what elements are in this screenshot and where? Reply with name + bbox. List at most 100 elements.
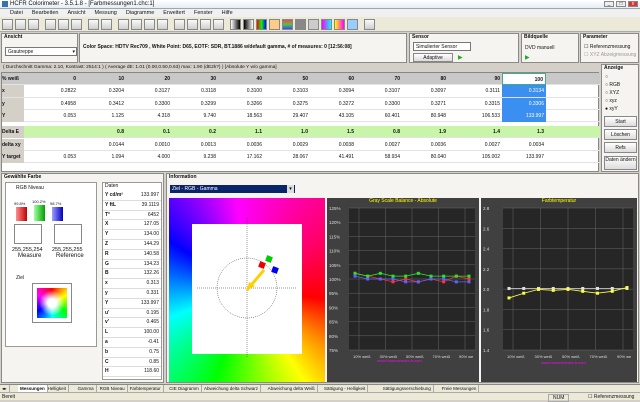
grid-cell[interactable]: 0.0144 (78, 139, 126, 151)
grid-cell[interactable]: 0.4958 (24, 98, 78, 110)
grid-cell[interactable]: 58.934 (356, 151, 402, 163)
grid-header-cell[interactable]: 40 (218, 73, 264, 85)
grid-header-cell[interactable]: % weiß (2, 73, 24, 85)
near-black-icon[interactable] (200, 19, 211, 30)
grid-cell[interactable]: 0.3412 (78, 98, 126, 110)
grid-cell[interactable]: 0.8 (78, 126, 126, 138)
grid-cell[interactable]: 29.407 (264, 110, 310, 122)
delta-white-icon[interactable] (308, 19, 319, 30)
grid-cell[interactable] (24, 139, 78, 151)
grid-cell[interactable]: 0.0027 (448, 139, 502, 151)
daten-aendern-button[interactable]: Daten ändern (604, 156, 637, 170)
help-icon[interactable] (101, 19, 112, 30)
info-dropdown-chevron-icon[interactable]: ▾ (287, 185, 294, 193)
grid-cell[interactable]: 0.3300 (356, 98, 402, 110)
grid-cell[interactable]: 0.3134 (502, 85, 546, 98)
grid-cell[interactable]: 43.105 (310, 110, 356, 122)
info-dropdown[interactable]: Ziel - RGB - Gamma ▾ (170, 185, 295, 193)
grid-cell[interactable]: 17.162 (218, 151, 264, 163)
grid-cell[interactable]: 133.997 (502, 151, 546, 163)
menu-erweitert[interactable]: Erweitert (163, 9, 185, 17)
grid-cell[interactable]: 0.3118 (172, 85, 218, 97)
grid-cell[interactable]: 0.2822 (24, 85, 78, 97)
referenzmessung-checkbox[interactable]: ☐ Referenzmessung (584, 44, 630, 50)
xyz-checkbox[interactable]: ☐ XYZ Abzeigmessung (584, 52, 636, 58)
delta-e-icon[interactable] (295, 19, 306, 30)
grid-header-cell[interactable]: 50 (264, 73, 310, 85)
grid-header-cell[interactable]: 70 (356, 73, 402, 85)
minimize-button[interactable]: _ (604, 1, 614, 7)
print-icon[interactable] (88, 19, 99, 30)
radio-blank[interactable]: ○ (605, 74, 608, 80)
ansicht-select[interactable]: Grautreppe ▾ (5, 47, 77, 56)
grid-cell[interactable]: 41.491 (310, 151, 356, 163)
cie-icon[interactable] (282, 19, 293, 30)
grid-header-cell[interactable]: 100 (502, 73, 546, 85)
grid-cell[interactable]: 9.740 (172, 110, 218, 122)
grid-cell[interactable]: 80.948 (402, 110, 448, 122)
close-button[interactable]: x (628, 1, 638, 7)
grid-cell[interactable]: 1.1 (218, 126, 264, 138)
grid-cell[interactable]: 0.0010 (126, 139, 172, 151)
open-icon[interactable] (15, 19, 26, 30)
grid-header-cell[interactable]: 60 (310, 73, 356, 85)
grid-cell[interactable]: 0.0034 (502, 139, 546, 151)
grid-cell[interactable]: 0.0038 (310, 139, 356, 151)
near-white-icon[interactable] (213, 19, 224, 30)
grid-header-cell[interactable]: 90 (448, 73, 502, 85)
grid-cell[interactable]: 0.3299 (172, 98, 218, 110)
luminance-icon[interactable] (230, 19, 241, 30)
copy-icon[interactable] (58, 19, 69, 30)
grid-cell[interactable]: 0.2 (172, 126, 218, 138)
rgb-levels-icon[interactable] (256, 19, 267, 30)
radio-xyy[interactable]: ● xyY (605, 106, 618, 112)
grid-header-cell[interactable]: 10 (78, 73, 126, 85)
grid-cell[interactable]: 0.0029 (264, 139, 310, 151)
status-reference-checkbox[interactable]: ☐ Referenzmessung (588, 394, 634, 400)
radio-xyz[interactable]: ○ XYZ (605, 90, 619, 96)
grid-cell[interactable] (24, 126, 78, 138)
grid-cell[interactable]: 1.4 (448, 126, 502, 138)
grid-cell[interactable]: 0.3107 (356, 85, 402, 97)
maximize-button[interactable]: □ (616, 1, 626, 7)
grid-cell[interactable]: 28.067 (264, 151, 310, 163)
save-icon[interactable] (28, 19, 39, 30)
grid-cell[interactable]: 1.125 (78, 110, 126, 122)
grid-cell[interactable]: 0.3100 (218, 85, 264, 97)
grid-cell[interactable]: 133.997 (502, 109, 546, 122)
grid-cell[interactable]: 1.5 (310, 126, 356, 138)
grid-cell[interactable]: 1.094 (78, 151, 126, 163)
grid-cell[interactable]: 0.3097 (402, 85, 448, 97)
paste-icon[interactable] (71, 19, 82, 30)
menu-fenster[interactable]: Fenster (194, 9, 213, 17)
color-temp-icon[interactable] (269, 19, 280, 30)
grid-cell[interactable]: 0.3275 (264, 98, 310, 110)
grid-cell[interactable]: 0.3103 (264, 85, 310, 97)
primaries-icon[interactable] (144, 19, 155, 30)
grid-header-cell[interactable]: 20 (126, 73, 172, 85)
sat-shift-icon[interactable] (334, 19, 345, 30)
grid-cell[interactable]: 0.3266 (218, 98, 264, 110)
menu-diagramme[interactable]: Diagramme (126, 9, 154, 17)
grid-cell[interactable]: 0.3204 (78, 85, 126, 97)
saturation-icon[interactable] (187, 19, 198, 30)
radio-xyz-small[interactable]: ○ xyz (605, 98, 617, 104)
new-icon[interactable] (2, 19, 13, 30)
menu-hilfe[interactable]: Hilfe (222, 9, 233, 17)
grid-cell[interactable]: 105.002 (448, 151, 502, 163)
grid-cell[interactable]: 0.3300 (126, 98, 172, 110)
grid-cell[interactable]: 0.3315 (448, 98, 502, 110)
grid-cell[interactable]: 4.000 (126, 151, 172, 163)
grid-cell[interactable]: 0.3094 (310, 85, 356, 97)
grid-cell[interactable]: 18.563 (218, 110, 264, 122)
grid-cell[interactable]: 0.0036 (218, 139, 264, 151)
contrast-icon[interactable] (174, 19, 185, 30)
grid-cell[interactable]: 0.3111 (448, 85, 502, 97)
refs-button[interactable]: Refs (604, 142, 637, 153)
grid-cell[interactable]: 1.3 (502, 126, 546, 138)
sensor-adaptive-button[interactable]: Adaptive (413, 53, 453, 62)
grid-cell[interactable]: 80.040 (402, 151, 448, 163)
source-play-icon[interactable]: ▶ (525, 54, 530, 61)
radio-rgb[interactable]: ○ RGB (605, 82, 620, 88)
grid-cell[interactable]: 0.053 (24, 151, 78, 163)
